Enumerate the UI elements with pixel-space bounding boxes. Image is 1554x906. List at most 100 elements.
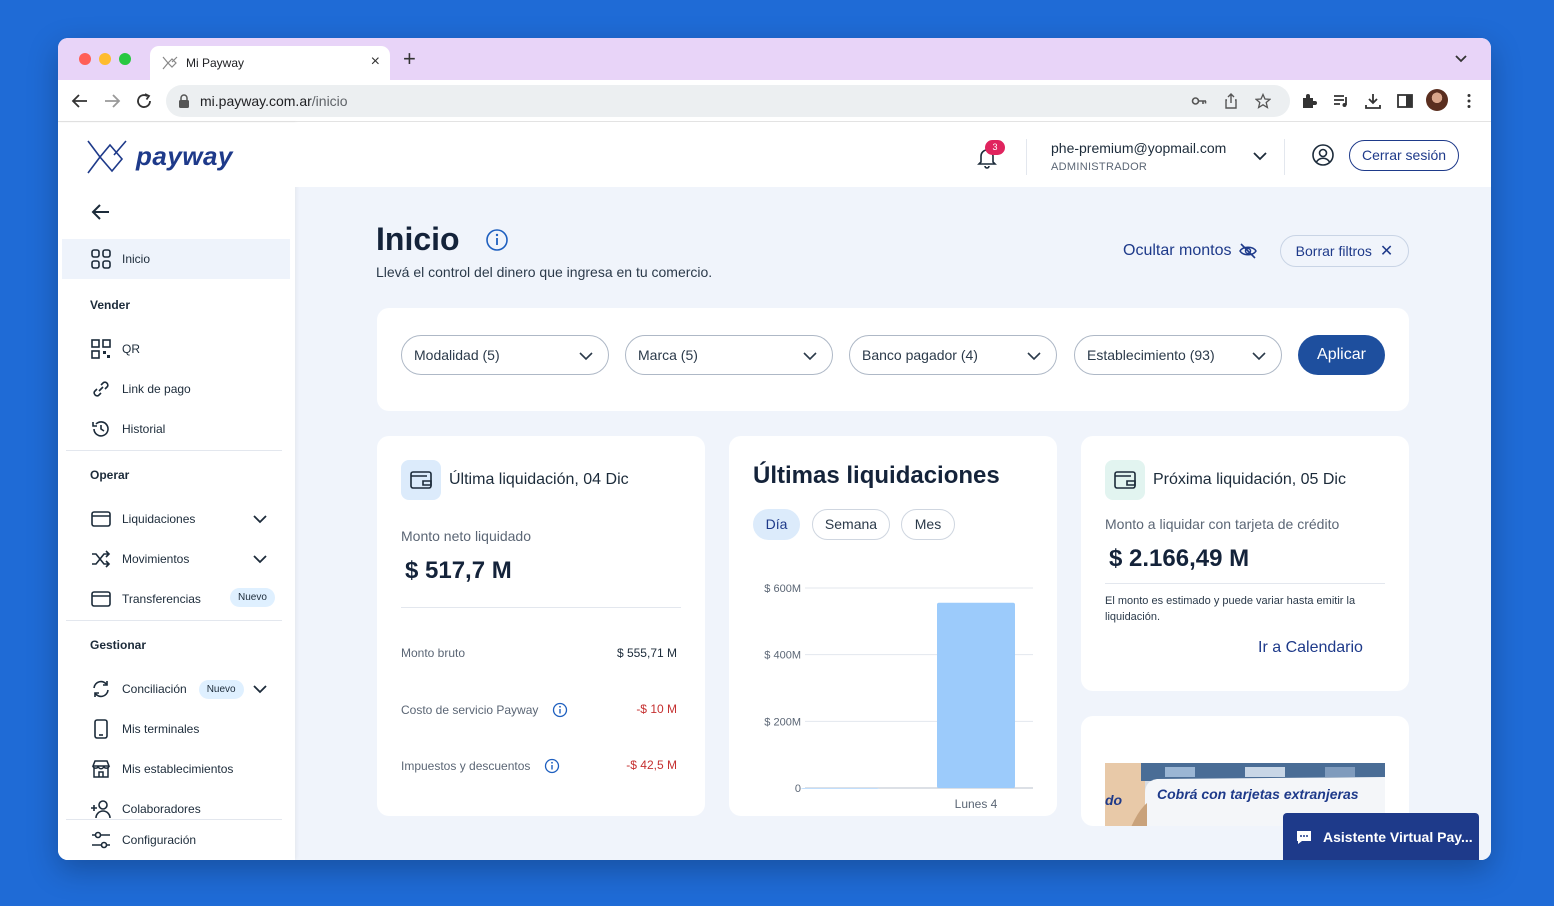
chevron-down-icon[interactable] <box>252 681 268 697</box>
net-amount-label: Monto neto liquidado <box>401 528 531 544</box>
marca-select[interactable]: Marca (5) <box>625 335 833 375</box>
sidebar-item-colaboradores[interactable]: Colaboradores <box>90 798 201 820</box>
sidebar-item-movimientos[interactable]: Movimientos <box>90 548 189 570</box>
period-week-pill[interactable]: Semana <box>812 509 890 540</box>
apply-button[interactable]: Aplicar <box>1298 335 1385 375</box>
new-tab-icon[interactable]: + <box>403 48 416 70</box>
chevron-down-icon[interactable] <box>1251 147 1269 165</box>
back-icon[interactable] <box>71 92 89 110</box>
url-text: mi.payway.com.ar/inicio <box>200 93 348 109</box>
info-icon[interactable] <box>544 758 560 774</box>
payway-favicon-icon <box>162 56 178 70</box>
sidebar-item-label: QR <box>122 342 140 356</box>
minimize-window-button[interactable] <box>99 53 111 65</box>
select-value: Banco pagador (4) <box>862 347 978 363</box>
extensions-icon[interactable] <box>1300 92 1318 110</box>
tab-title: Mi Payway <box>186 56 245 70</box>
period-month-pill[interactable]: Mes <box>901 509 955 540</box>
sidebar-item-qr[interactable]: QR <box>90 338 140 360</box>
tab-search-chevron-icon[interactable] <box>1453 50 1469 66</box>
key-icon[interactable] <box>1191 93 1207 109</box>
sidebar-item-label: Configuración <box>122 833 197 847</box>
side-panel-icon[interactable] <box>1396 92 1414 110</box>
sidebar-item-transferencias[interactable]: Transferencias <box>90 588 201 610</box>
sidebar-item-mis-establecimientos[interactable]: Mis establecimientos <box>90 758 233 780</box>
payway-logo-icon <box>87 140 127 174</box>
collapse-back-icon[interactable] <box>90 201 112 223</box>
chevron-down-icon[interactable] <box>252 511 268 527</box>
address-bar[interactable]: mi.payway.com.ar/inicio <box>166 85 1290 117</box>
store-icon <box>91 760 111 778</box>
y-tick-label: $ 600M <box>764 583 801 595</box>
shuffle-icon <box>92 550 111 568</box>
reload-icon[interactable] <box>135 92 153 110</box>
chevron-down-icon <box>1252 352 1266 361</box>
sidebar-item-configuracion[interactable]: Configuración <box>90 829 196 851</box>
chevron-down-icon <box>1027 352 1041 361</box>
media-queue-icon[interactable] <box>1332 92 1350 110</box>
divider <box>1105 583 1385 584</box>
virtual-assistant-button[interactable]: Asistente Virtual Pay... <box>1283 813 1479 860</box>
info-icon[interactable] <box>552 702 568 718</box>
period-day-pill[interactable]: Día <box>753 509 800 540</box>
url-path: /inicio <box>311 93 348 109</box>
browser-tab[interactable]: Mi Payway × <box>150 46 390 80</box>
payway-logo[interactable]: payway <box>86 137 266 177</box>
taxes-label-text: Impuestos y descuentos <box>401 759 531 773</box>
sidebar-item-link-de-pago[interactable]: Link de pago <box>90 378 191 400</box>
wallet-icon <box>1114 471 1136 489</box>
new-badge: Nuevo <box>230 588 275 607</box>
sidebar-item-label: Historial <box>122 422 166 436</box>
sidebar-item-liquidaciones[interactable]: Liquidaciones <box>90 508 195 530</box>
hide-amounts-button[interactable]: Ocultar montos <box>1123 242 1258 260</box>
notifications-badge: 3 <box>985 140 1005 155</box>
user-circle-icon[interactable] <box>1311 143 1335 167</box>
tab-close-icon[interactable]: × <box>371 53 380 71</box>
sidebar-item-mis-terminales[interactable]: Mis terminales <box>90 718 199 740</box>
maximize-window-button[interactable] <box>119 53 131 65</box>
chat-bubble-icon <box>1297 830 1311 844</box>
profile-avatar[interactable] <box>1426 89 1448 111</box>
sidebar-item-label: Movimientos <box>122 552 190 566</box>
establecimiento-select[interactable]: Establecimiento (93) <box>1074 335 1282 375</box>
clear-filters-button[interactable]: Borrar filtros ✕ <box>1280 235 1409 267</box>
select-value: Modalidad (5) <box>414 347 500 363</box>
sidebar-item-label: Transferencias <box>122 592 201 606</box>
chevron-down-icon[interactable] <box>252 551 268 567</box>
section-gestionar: Gestionar <box>90 638 147 652</box>
gross-value: $ 555,71 M <box>616 646 677 660</box>
promo-prefix: do <box>1105 792 1123 808</box>
new-badge: Nuevo <box>198 679 244 699</box>
lock-icon[interactable] <box>178 94 190 108</box>
sidebar-item-label: Link de pago <box>122 382 191 396</box>
promo-card[interactable]: do Cobrá con tarjetas extranjeras <box>1081 716 1409 826</box>
banco-pagador-select[interactable]: Banco pagador (4) <box>849 335 1057 375</box>
grid-icon <box>91 249 111 269</box>
wallet-icon <box>91 591 111 607</box>
share-icon[interactable] <box>1223 93 1239 109</box>
bar-chart: 0 $ 200M $ 400M $ 600M Lunes 4 <box>764 583 1033 811</box>
add-user-icon <box>91 800 111 819</box>
forward-icon[interactable] <box>103 92 121 110</box>
user-email[interactable]: phe-premium@yopmail.com <box>1051 140 1226 156</box>
sidebar-item-historial[interactable]: Historial <box>90 418 165 440</box>
modalidad-select[interactable]: Modalidad (5) <box>401 335 609 375</box>
hide-amounts-label: Ocultar montos <box>1123 242 1232 259</box>
sync-icon <box>93 680 109 698</box>
sidebar-item-conciliacion[interactable]: Conciliación Nuevo <box>90 678 244 700</box>
qr-icon <box>91 339 111 359</box>
close-window-button[interactable] <box>79 53 91 65</box>
section-vender: Vender <box>90 298 131 312</box>
sidebar-item-inicio[interactable]: Inicio <box>90 248 150 270</box>
select-value: Marca (5) <box>638 347 698 363</box>
info-icon[interactable] <box>485 228 509 252</box>
service-cost-label: Costo de servicio Payway <box>401 702 568 718</box>
calendar-link[interactable]: Ir a Calendario <box>1258 639 1363 657</box>
settings-sliders-icon <box>92 831 110 849</box>
logout-button[interactable]: Cerrar sesión <box>1349 140 1459 171</box>
bookmark-star-icon[interactable] <box>1255 93 1271 109</box>
browser-menu-icon[interactable] <box>1460 92 1478 110</box>
download-icon[interactable] <box>1364 92 1382 110</box>
browser-toolbar: mi.payway.com.ar/inicio <box>58 80 1491 122</box>
next-amount-value: $ 2.166,49 M <box>1109 545 1250 572</box>
